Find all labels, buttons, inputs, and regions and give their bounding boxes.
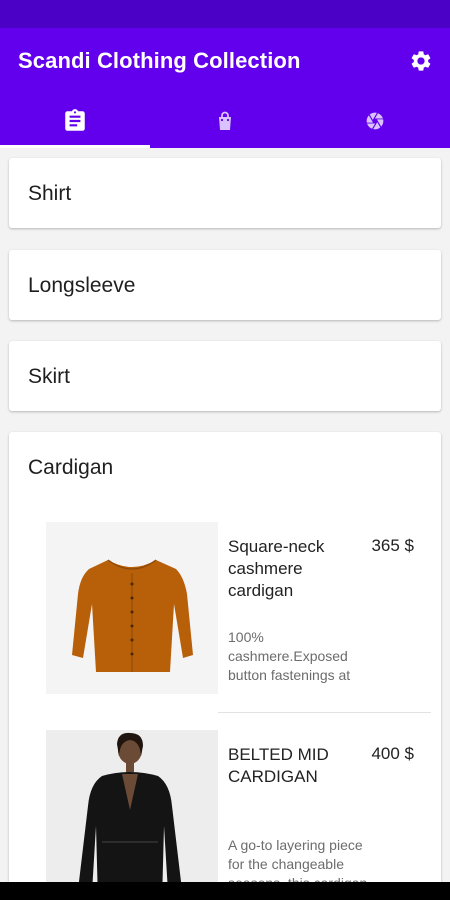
tab-bar (0, 94, 450, 148)
tab-gallery[interactable] (300, 94, 450, 148)
product-description: 100% cashmere.Exposed button fastenings … (228, 629, 351, 683)
category-label: Shirt (28, 182, 72, 205)
category-card-longsleeve[interactable]: Longsleeve (9, 250, 441, 320)
category-label: Longsleeve (28, 274, 136, 297)
gear-icon (411, 51, 431, 71)
aperture-icon (366, 112, 384, 130)
settings-button[interactable] (406, 46, 436, 76)
category-card-cardigan[interactable]: Cardigan Square-neck cashmere cardigan 3… (9, 432, 441, 882)
product-name: BELTED MID CARDIGAN (228, 745, 329, 786)
tab-catalog[interactable] (0, 94, 150, 148)
category-card-shirt[interactable]: Shirt (9, 158, 441, 228)
product-name: Square-neck cashmere cardigan (228, 537, 325, 600)
category-list[interactable]: Shirt Longsleeve Skirt Cardigan Square-n… (0, 148, 450, 882)
category-label: Cardigan (28, 456, 114, 479)
system-nav-bar (0, 882, 450, 900)
product-price: 400 $ (371, 744, 414, 763)
divider (218, 712, 431, 713)
shopping-bag-icon (219, 111, 231, 130)
app-bar: Scandi Clothing Collection (0, 28, 450, 94)
product-image (46, 522, 218, 694)
status-bar (0, 0, 450, 28)
product-item[interactable]: Square-neck cashmere cardigan 365 $ 100%… (46, 522, 431, 713)
tab-cart[interactable] (150, 94, 300, 148)
product-item[interactable]: BELTED MID CARDIGAN 400 $ A go-to layeri… (46, 730, 422, 882)
clipboard-icon (65, 109, 85, 131)
product-price: 365 $ (371, 536, 414, 555)
product-image (46, 730, 218, 882)
category-label: Skirt (28, 365, 70, 388)
product-description: A go-to layering piece for the changeabl… (228, 837, 367, 882)
app-title: Scandi Clothing Collection (18, 48, 301, 73)
category-card-skirt[interactable]: Skirt (9, 341, 441, 411)
